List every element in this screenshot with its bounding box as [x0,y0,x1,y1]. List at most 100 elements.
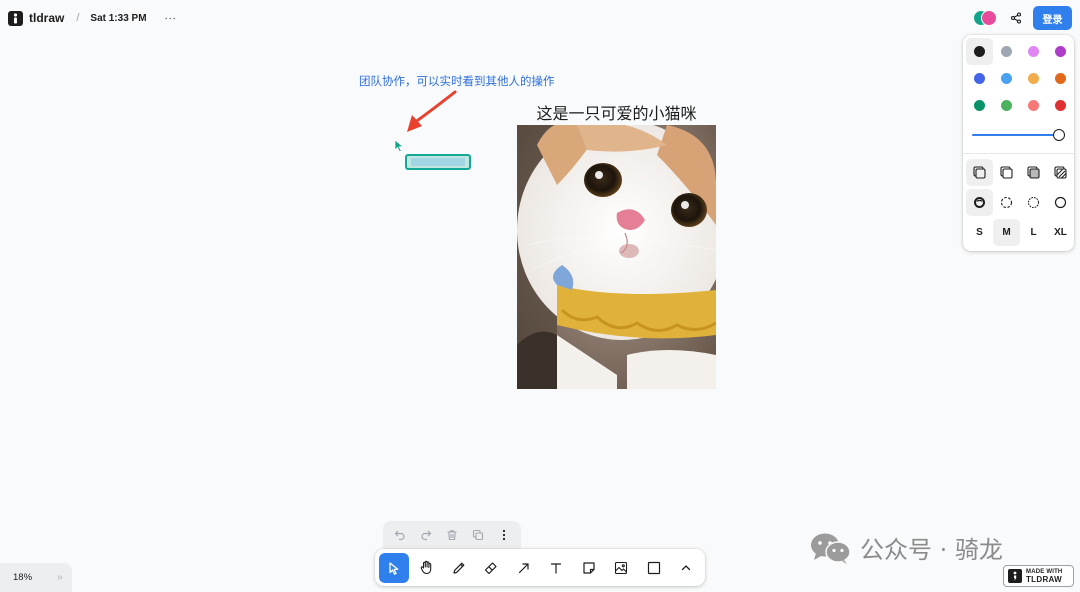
made-with-line2: TLDRAW [1026,575,1063,584]
dash-dotted-button[interactable] [1020,189,1047,216]
zoom-level[interactable]: 18% [13,572,32,583]
fill-pattern-button[interactable] [1047,159,1074,186]
expand-menu-icon[interactable]: » [57,572,62,583]
select-icon [389,561,399,575]
document-title[interactable]: Sat 1:33 PM [90,13,146,24]
color-swatch-light-green[interactable] [993,92,1020,119]
eraser-tool-button[interactable] [477,553,507,583]
share-icon [1010,12,1022,24]
topbar-left: tldraw / Sat 1:33 PM ⋮ [8,7,177,29]
fill-style-picker [966,159,1074,186]
more-tools-button[interactable] [672,553,702,583]
fill-solid-button[interactable] [1020,159,1047,186]
size-s-button[interactable]: S [966,219,993,246]
quick-actions-bar [383,521,521,549]
watermark-text: 公众号 · 骑龙 [860,536,1003,564]
more-icon [502,529,506,541]
arrow-icon [518,562,529,573]
size-xl-button[interactable]: XL [1047,219,1074,246]
note-tool-button[interactable] [574,553,604,583]
more-actions-button[interactable] [493,524,515,546]
fill-semi-button[interactable] [993,159,1020,186]
dash-draw-icon [974,197,985,208]
text-tool-button[interactable] [542,553,572,583]
color-swatch-blue[interactable] [966,65,993,92]
size-l-button[interactable]: L [1020,219,1047,246]
dash-solid-button[interactable] [1047,189,1074,216]
document-menu-button[interactable]: ⋮ [163,13,177,24]
color-swatch-orange[interactable] [1047,65,1074,92]
color-swatch-grey[interactable] [993,38,1020,65]
wechat-watermark: 公众号 · 骑龙 [810,530,1003,565]
made-with-tldraw-badge[interactable]: MADE WITH TLDRAW [1003,565,1074,587]
red-arrow-shape[interactable] [400,88,460,136]
fill-pattern-icon [1054,166,1067,179]
dash-style-picker [966,189,1074,216]
canvas-text-annotation[interactable]: 团队协作，可以实时看到其他人的操作 [359,73,555,89]
redo-button[interactable] [415,524,437,546]
image-caption-text[interactable]: 这是一只可爱的小猫咪 [517,100,716,124]
collaborator-selected-rectangle[interactable] [405,154,471,170]
dash-dotted-icon [1027,196,1040,209]
color-swatch-red[interactable] [1047,92,1074,119]
draw-tool-button[interactable] [444,553,474,583]
color-swatch-green[interactable] [966,92,993,119]
color-swatch-violet[interactable] [1047,38,1074,65]
duplicate-icon [472,529,484,541]
wechat-icon [811,533,851,564]
image-tool-button[interactable] [607,553,637,583]
hand-icon [420,560,431,575]
text-icon [551,562,562,574]
zoom-control[interactable]: 18% » [0,563,72,592]
dash-solid-icon [1054,196,1067,209]
blurred-name-label [411,158,465,166]
cat-photo-image[interactable] [517,125,716,389]
share-button[interactable] [1005,7,1027,29]
breadcrumb-separator: / [76,12,80,24]
hand-tool-button[interactable] [412,553,442,583]
divider [963,153,1074,154]
undo-button[interactable] [389,524,411,546]
color-swatch-black[interactable] [966,38,993,65]
fill-none-button[interactable] [966,159,993,186]
trash-icon [447,530,457,541]
size-picker: S M L XL [966,219,1074,246]
color-picker [966,38,1074,119]
dash-dashed-button[interactable] [993,189,1020,216]
slider-track [972,134,1059,136]
duplicate-button[interactable] [467,524,489,546]
main-toolbar [375,549,705,586]
color-swatch-light-red[interactable] [1020,92,1047,119]
fill-semi-icon [1000,166,1013,179]
image-icon [615,561,628,574]
delete-button[interactable] [441,524,463,546]
color-swatch-light-blue[interactable] [993,65,1020,92]
tldraw-logo-icon [1008,569,1022,583]
note-icon [583,561,595,574]
collaborator-avatars[interactable] [973,9,999,27]
select-tool-button[interactable] [379,552,409,583]
chevron-up-icon [682,564,691,570]
slider-thumb[interactable] [1053,129,1065,141]
avatar[interactable] [981,10,997,26]
color-swatch-light-violet[interactable] [1020,38,1047,65]
rectangle-tool-button[interactable] [639,553,669,583]
size-m-button[interactable]: M [993,219,1020,246]
draw-icon [453,562,465,574]
topbar-right: 登录 [973,6,1072,30]
tldraw-logo-icon[interactable] [8,10,23,26]
color-swatch-yellow[interactable] [1020,65,1047,92]
app-name[interactable]: tldraw [29,11,64,25]
eraser-icon [485,561,497,574]
login-button[interactable]: 登录 [1033,6,1072,30]
undo-icon [394,530,405,541]
opacity-slider[interactable] [972,129,1065,141]
collaborator-cursor-icon [394,139,404,153]
rectangle-icon [647,561,660,574]
fill-none-icon [973,166,986,179]
made-with-text: MADE WITH TLDRAW [1026,568,1062,584]
redo-icon [421,530,432,541]
arrow-tool-button[interactable] [509,553,539,583]
dash-draw-button[interactable] [966,189,993,216]
fill-solid-icon [1027,166,1040,179]
